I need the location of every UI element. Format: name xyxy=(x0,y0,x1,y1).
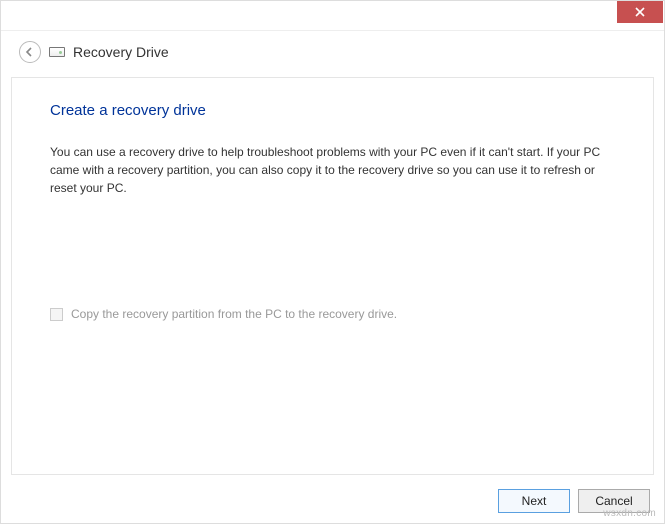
next-button[interactable]: Next xyxy=(498,489,570,513)
close-icon xyxy=(635,7,645,17)
copy-partition-label: Copy the recovery partition from the PC … xyxy=(71,307,397,321)
close-button[interactable] xyxy=(617,1,663,23)
drive-icon xyxy=(49,47,65,57)
copy-partition-checkbox xyxy=(50,308,63,321)
copy-partition-option: Copy the recovery partition from the PC … xyxy=(50,307,615,321)
back-button[interactable] xyxy=(19,41,41,63)
content-body: You can use a recovery drive to help tro… xyxy=(50,143,615,197)
header: Recovery Drive xyxy=(1,31,664,77)
content-panel: Create a recovery drive You can use a re… xyxy=(11,77,654,475)
titlebar xyxy=(1,1,664,31)
watermark: wsxdn.com xyxy=(603,508,656,519)
content-heading: Create a recovery drive xyxy=(50,102,615,119)
page-title: Recovery Drive xyxy=(73,44,169,60)
back-arrow-icon xyxy=(24,46,36,58)
